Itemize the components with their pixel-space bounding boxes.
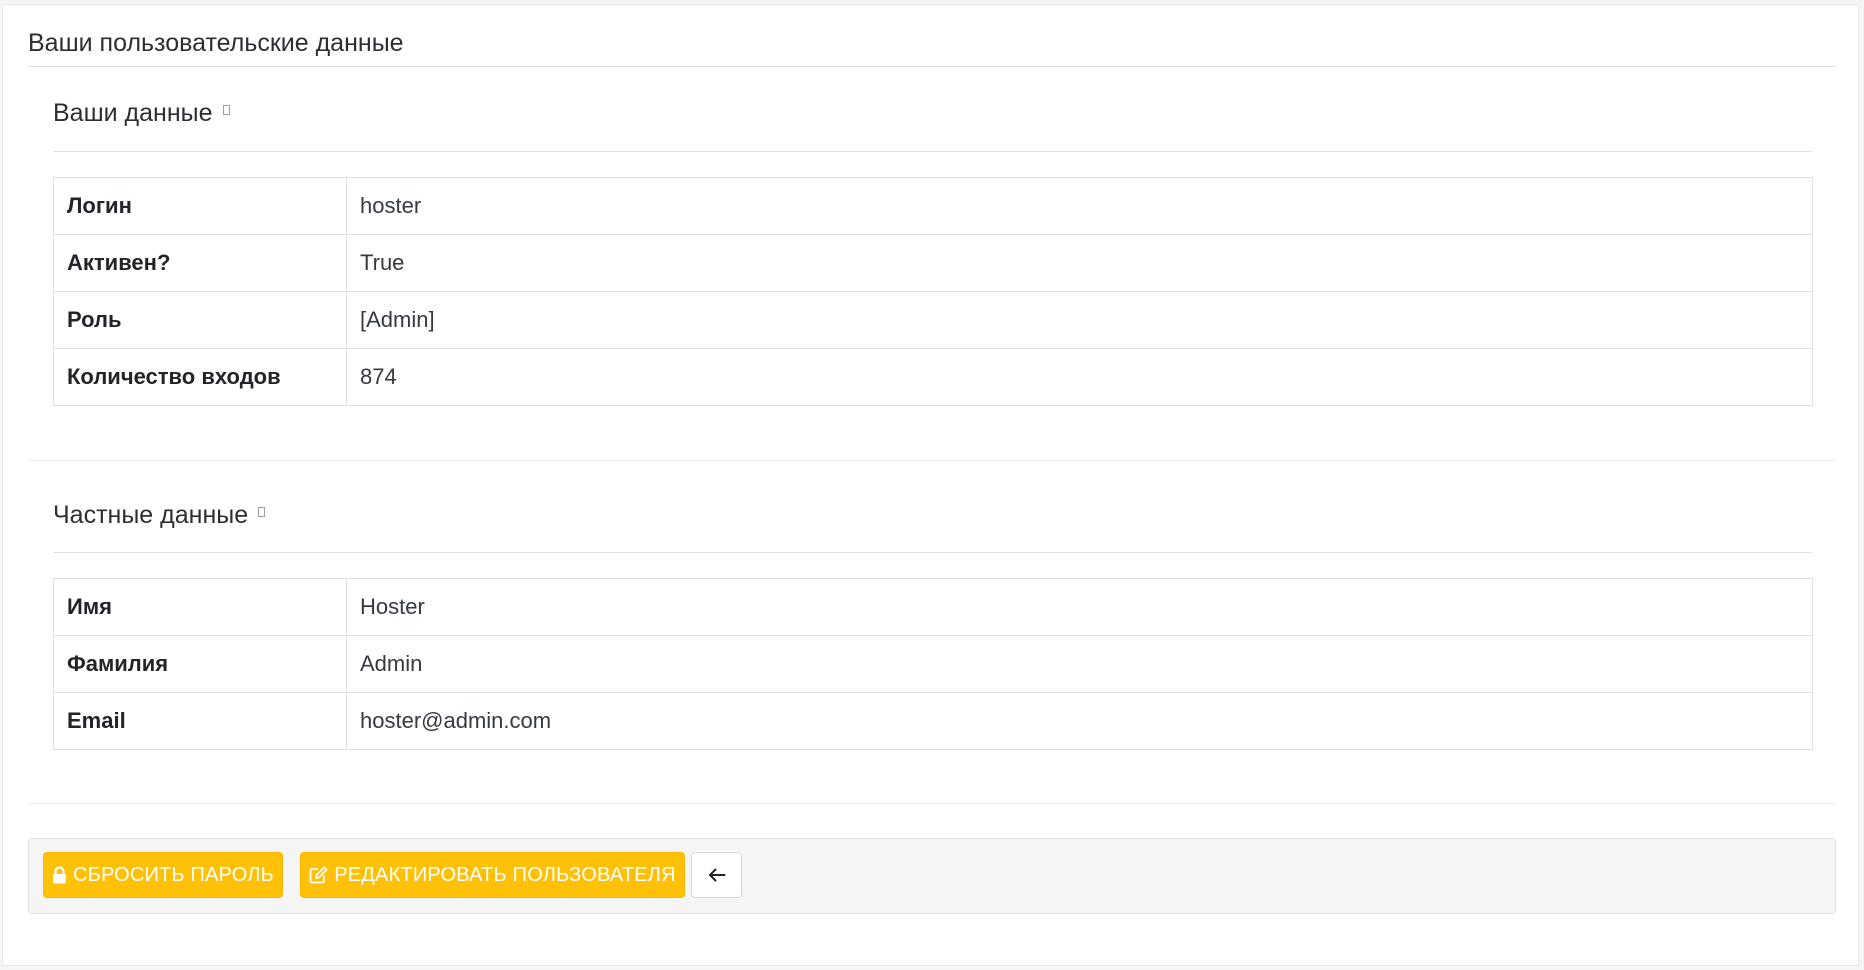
- row-label: Email: [53, 692, 347, 750]
- table-row: Email hoster@admin.com: [53, 692, 1813, 750]
- row-label: Имя: [53, 578, 347, 636]
- row-value: True: [346, 234, 1813, 292]
- section-divider: [53, 552, 1812, 553]
- reset-password-label: СБРОСИТЬ ПАРОЛЬ: [73, 863, 274, 886]
- row-label: Количество входов: [53, 348, 347, 406]
- row-value: hoster: [346, 177, 1813, 235]
- table-row: Фамилия Admin: [53, 635, 1813, 693]
- private-data-table: Имя Hoster Фамилия Admin Email hoster@ad…: [53, 578, 1813, 750]
- table-row: Логин hoster: [53, 177, 1813, 235]
- edit-icon: [309, 866, 328, 884]
- row-value: 874: [346, 348, 1813, 406]
- row-label: Фамилия: [53, 635, 347, 693]
- row-value: [Admin]: [346, 291, 1813, 349]
- row-value: Hoster: [346, 578, 1813, 636]
- row-value: Admin: [346, 635, 1813, 693]
- lock-icon: [52, 866, 67, 884]
- page-title: Ваши пользовательские данные: [28, 29, 404, 57]
- section-heading-label: Частные данные: [53, 501, 249, 529]
- section-divider: [53, 151, 1812, 152]
- edit-user-label: РЕДАКТИРОВАТЬ ПОЛЬЗОВАТЕЛЯ: [334, 863, 676, 886]
- table-row: Имя Hoster: [53, 578, 1813, 636]
- table-row: Активен? True: [53, 234, 1813, 292]
- table-row: Роль [Admin]: [53, 291, 1813, 349]
- user-data-table: Логин hoster Активен? True Роль [Admin] …: [53, 177, 1813, 406]
- reset-password-button[interactable]: СБРОСИТЬ ПАРОЛЬ: [43, 852, 283, 898]
- arrow-left-icon: [708, 868, 726, 882]
- row-label: Роль: [53, 291, 347, 349]
- back-button[interactable]: [691, 852, 742, 898]
- title-divider: [28, 66, 1836, 67]
- row-value: hoster@admin.com: [346, 692, 1813, 750]
- section-heading-label: Ваши данные: [53, 99, 213, 127]
- section-separator: [28, 803, 1836, 804]
- edit-user-button[interactable]: РЕДАКТИРОВАТЬ ПОЛЬЗОВАТЕЛЯ: [300, 852, 685, 898]
- collapse-icon[interactable]: [222, 105, 230, 115]
- collapse-icon[interactable]: [258, 507, 266, 517]
- section-heading-user-data: Ваши данные: [53, 99, 230, 128]
- section-heading-private-data: Частные данные: [53, 501, 266, 530]
- user-details-panel: Ваши пользовательские данные Ваши данные…: [2, 4, 1859, 966]
- row-label: Активен?: [53, 234, 347, 292]
- table-row: Количество входов 874: [53, 348, 1813, 406]
- action-toolbar: СБРОСИТЬ ПАРОЛЬ РЕДАКТИРОВАТЬ ПОЛЬЗОВАТЕ…: [28, 838, 1836, 914]
- row-label: Логин: [53, 177, 347, 235]
- section-separator: [28, 460, 1836, 461]
